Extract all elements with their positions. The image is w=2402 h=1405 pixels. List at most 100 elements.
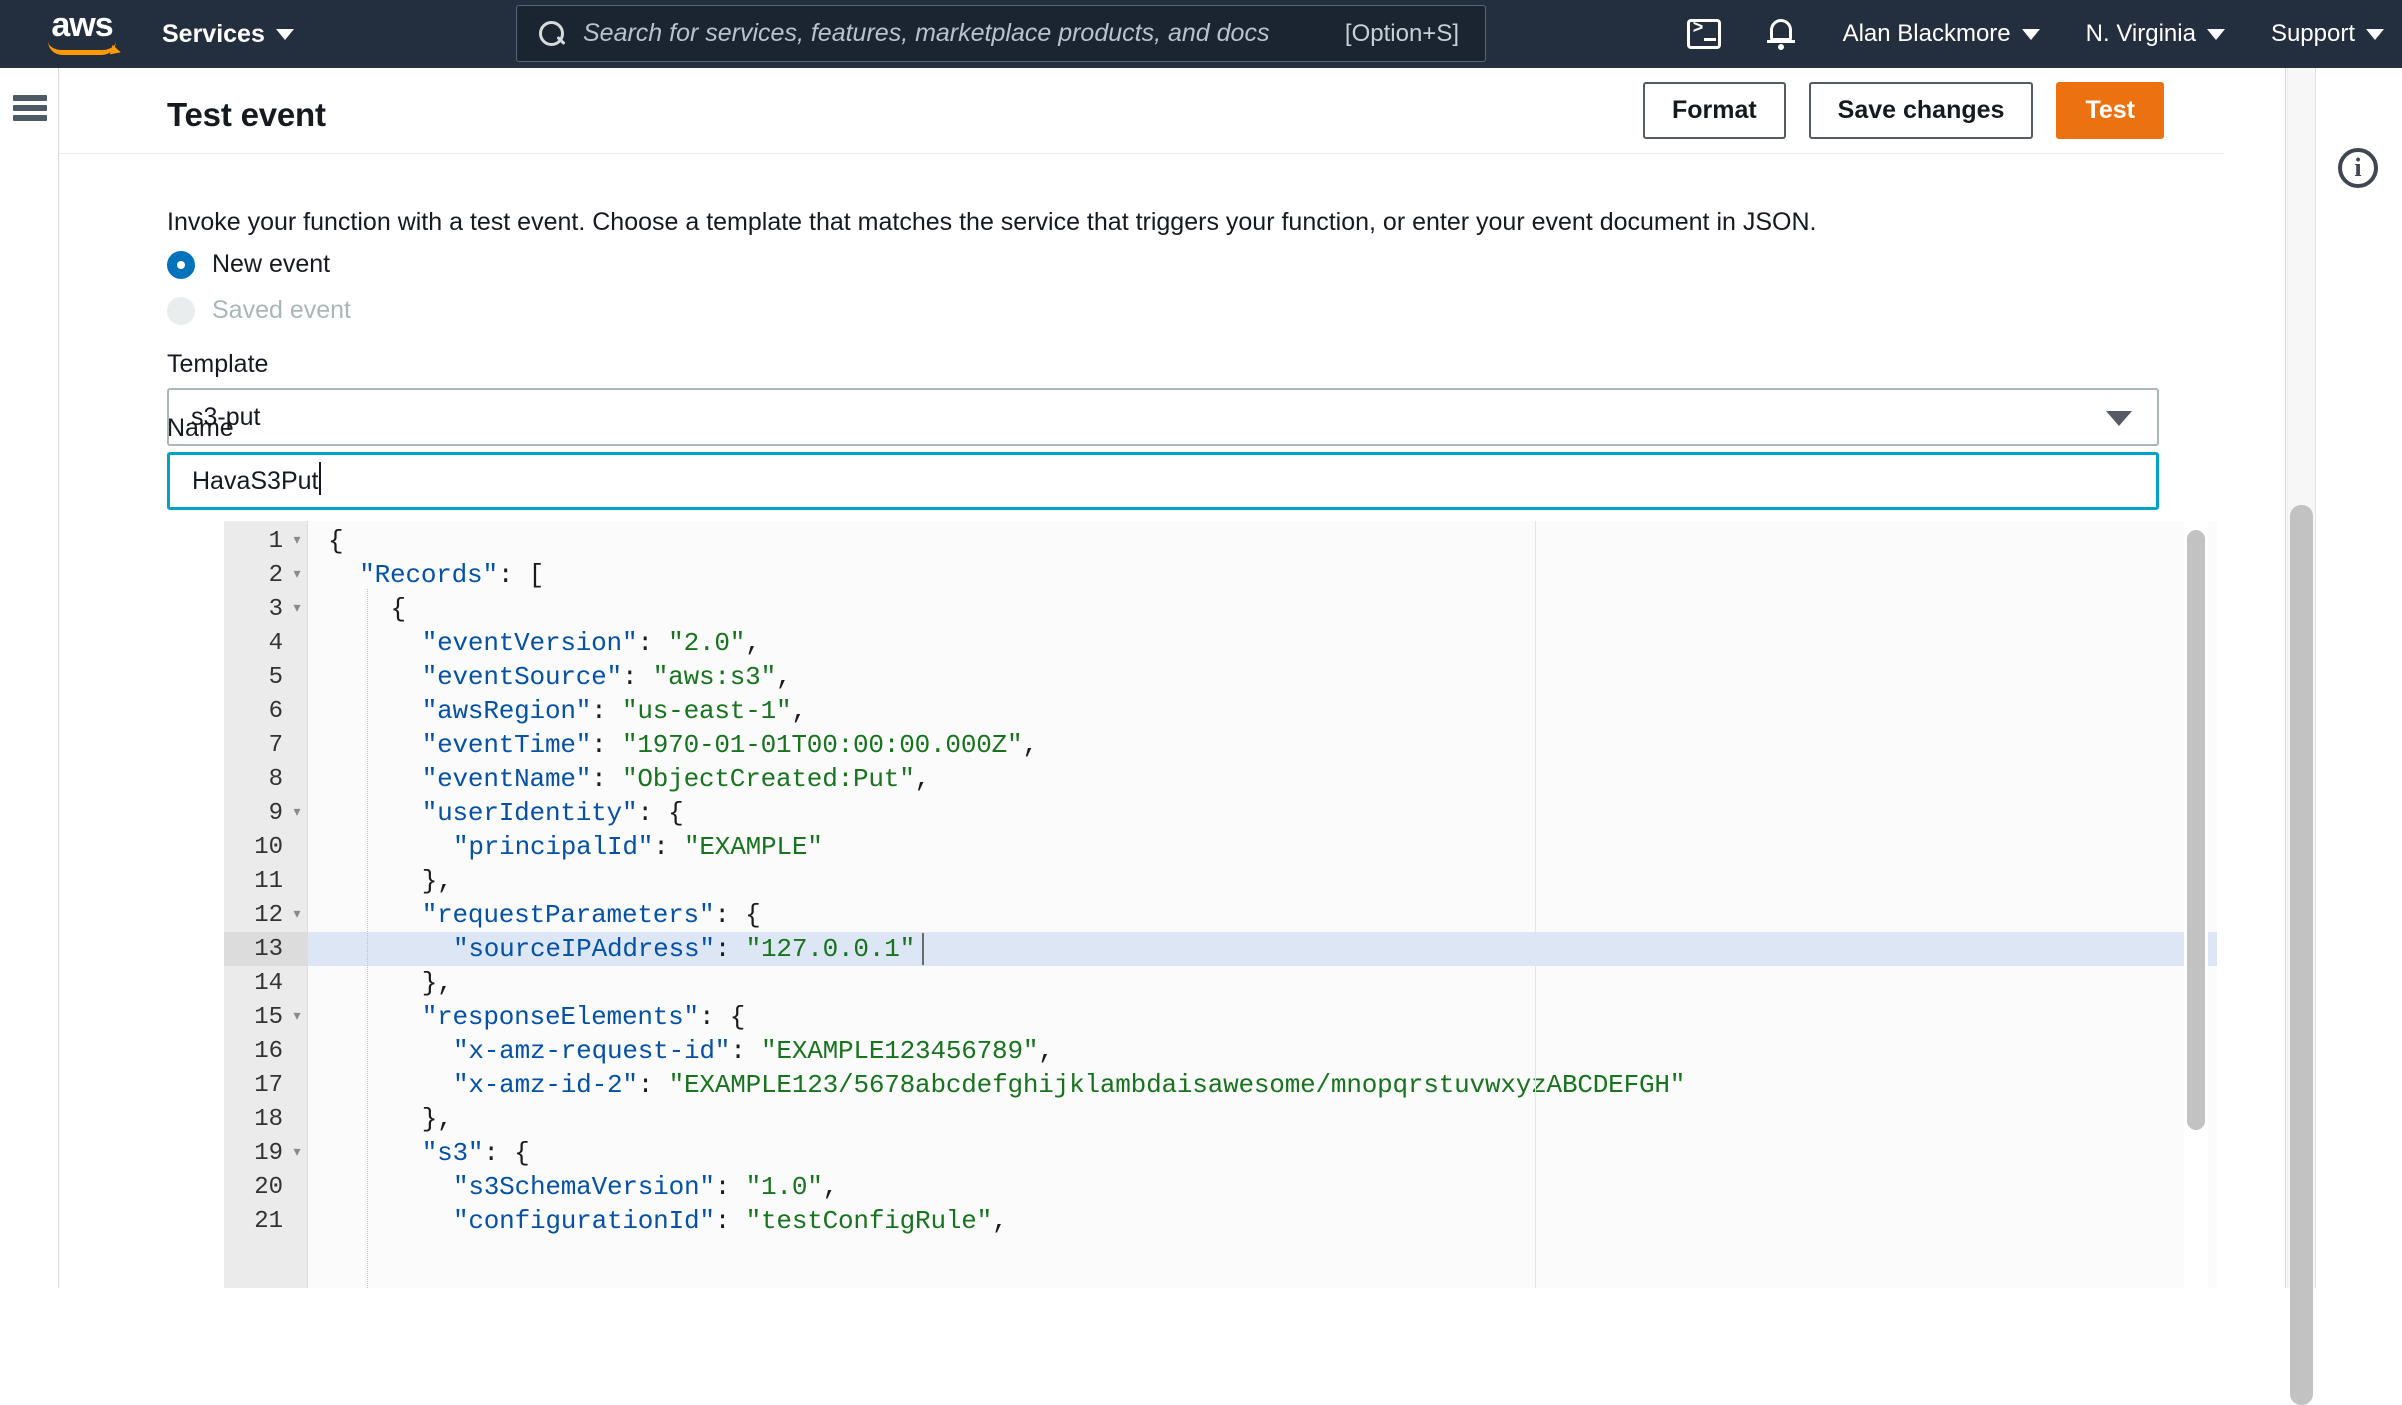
name-input-value: HavaS3Put <box>192 467 318 496</box>
json-punctuation: , <box>1038 1036 1053 1066</box>
radio-new-event-control[interactable] <box>167 251 195 279</box>
test-button[interactable]: Test <box>2056 82 2164 139</box>
chevron-down-icon <box>2022 29 2040 40</box>
json-string: "1970-01-01T00:00:00.000Z" <box>622 730 1022 760</box>
json-punctuation: , <box>915 764 930 794</box>
fold-toggle-icon[interactable]: ▾ <box>287 1136 307 1170</box>
search-shortcut-hint: [Option+S] <box>1345 20 1459 48</box>
editor-code-line: }, <box>308 1102 453 1136</box>
format-button[interactable]: Format <box>1643 82 1786 139</box>
json-string: "EXAMPLE123456789" <box>761 1036 1038 1066</box>
support-menu[interactable]: Support <box>2271 20 2384 48</box>
json-punctuation: , <box>776 662 791 692</box>
json-punctuation: : <box>591 730 622 760</box>
json-punctuation: : <box>653 832 684 862</box>
json-string: "us-east-1" <box>622 696 791 726</box>
editor-line-number-value: 4 <box>269 630 287 657</box>
editor-line-number-value: 9 <box>269 800 287 827</box>
name-label: Name <box>167 414 234 443</box>
json-punctuation: , <box>823 1172 838 1202</box>
editor-code-line: { <box>308 592 406 626</box>
json-key: "userIdentity" <box>422 798 638 828</box>
bell-icon[interactable] <box>1767 17 1797 51</box>
json-key: "x-amz-request-id" <box>453 1036 730 1066</box>
json-string: "testConfigRule" <box>746 1206 992 1236</box>
json-punctuation: : <box>622 662 653 692</box>
json-string: "EXAMPLE123/5678abcdefghijklambdaisaweso… <box>669 1070 1686 1100</box>
radio-new-event-label: New event <box>212 250 330 279</box>
editor-line-number-value: 5 <box>269 664 287 691</box>
account-menu[interactable]: Alan Blackmore <box>1843 20 2040 48</box>
json-punctuation: : <box>637 628 668 658</box>
bell-rim <box>1767 40 1795 43</box>
aws-logo-wordmark: aws <box>36 10 128 40</box>
template-select[interactable]: s3-put <box>167 388 2159 446</box>
fold-toggle-icon[interactable]: ▾ <box>287 796 307 830</box>
json-key: "requestParameters" <box>422 900 715 930</box>
editor-text-cursor <box>922 933 924 965</box>
editor-line-number: 3▾ <box>224 592 307 626</box>
json-code-editor[interactable]: {"Records": [{"eventVersion": "2.0","eve… <box>224 521 2217 1288</box>
template-label: Template <box>167 350 268 379</box>
global-search-bar[interactable]: Search for services, features, marketpla… <box>516 5 1486 62</box>
right-rail: i <box>2316 68 2402 1288</box>
editor-line-number-value: 6 <box>269 698 287 725</box>
hamburger-bar <box>13 105 47 111</box>
editor-scrollbar-thumb[interactable] <box>2187 530 2205 1130</box>
json-key: "responseElements" <box>422 1002 699 1032</box>
json-punctuation: : { <box>699 1002 745 1032</box>
cloudshell-icon[interactable] <box>1687 19 1721 49</box>
info-circle-icon[interactable]: i <box>2338 148 2378 188</box>
editor-line-number: 11 <box>224 864 307 898</box>
fold-toggle-icon[interactable]: ▾ <box>287 898 307 932</box>
json-key: "eventTime" <box>422 730 591 760</box>
json-key: "x-amz-id-2" <box>453 1070 638 1100</box>
editor-line-number-value: 15 <box>254 1004 287 1031</box>
name-input[interactable]: HavaS3Put <box>167 452 2159 510</box>
bell-clapper <box>1778 44 1784 50</box>
services-menu[interactable]: Services <box>162 20 294 49</box>
editor-line-number-value: 14 <box>254 970 287 997</box>
fold-toggle-icon[interactable]: ▾ <box>287 592 307 626</box>
json-string: "ObjectCreated:Put" <box>622 764 915 794</box>
json-key: "eventVersion" <box>422 628 638 658</box>
json-punctuation: : <box>730 1036 761 1066</box>
json-string: "1.0" <box>746 1172 823 1202</box>
editor-line-number: 5 <box>224 660 307 694</box>
page-header-actions: Format Save changes Test <box>1643 82 2164 139</box>
radio-saved-event-control[interactable] <box>167 297 195 325</box>
region-menu[interactable]: N. Virginia <box>2086 20 2225 48</box>
account-menu-label: Alan Blackmore <box>1843 20 2011 48</box>
json-punctuation: , <box>1022 730 1037 760</box>
editor-code-line: "eventName": "ObjectCreated:Put", <box>308 762 930 796</box>
editor-line-number: 9▾ <box>224 796 307 830</box>
json-punctuation: { <box>390 594 405 624</box>
fold-toggle-icon[interactable]: ▾ <box>287 1000 307 1034</box>
editor-line-number-value: 21 <box>254 1208 287 1235</box>
fold-toggle-icon[interactable]: ▾ <box>287 524 307 558</box>
save-changes-button[interactable]: Save changes <box>1809 82 2034 139</box>
editor-line-number: 1▾ <box>224 524 307 558</box>
editor-code-line: "awsRegion": "us-east-1", <box>308 694 807 728</box>
json-string: "aws:s3" <box>653 662 776 692</box>
json-key: "s3SchemaVersion" <box>453 1172 715 1202</box>
editor-line-number-value: 8 <box>269 766 287 793</box>
json-punctuation: : { <box>483 1138 529 1168</box>
editor-line-number: 15▾ <box>224 1000 307 1034</box>
editor-code-line: "principalId": "EXAMPLE" <box>308 830 823 864</box>
hamburger-menu-icon[interactable] <box>13 95 47 121</box>
chevron-down-icon <box>276 29 294 40</box>
editor-line-number: 19▾ <box>224 1136 307 1170</box>
main-content-panel: Test event Format Save changes Test Invo… <box>59 68 2224 1288</box>
aws-logo[interactable]: aws <box>36 10 128 58</box>
aws-global-navigation: aws Services Search for services, featur… <box>0 0 2402 68</box>
editor-line-number-value: 19 <box>254 1140 287 1167</box>
fold-toggle-icon[interactable]: ▾ <box>287 558 307 592</box>
editor-code-line: "sourceIPAddress": "127.0.0.1" <box>308 932 915 966</box>
editor-line-number: 16 <box>224 1034 307 1068</box>
json-string: "2.0" <box>668 628 745 658</box>
radio-saved-event[interactable]: Saved event <box>167 296 351 325</box>
editor-line-number-value: 1 <box>269 528 287 555</box>
radio-new-event[interactable]: New event <box>167 250 330 279</box>
page-scrollbar-thumb[interactable] <box>2290 505 2313 1405</box>
